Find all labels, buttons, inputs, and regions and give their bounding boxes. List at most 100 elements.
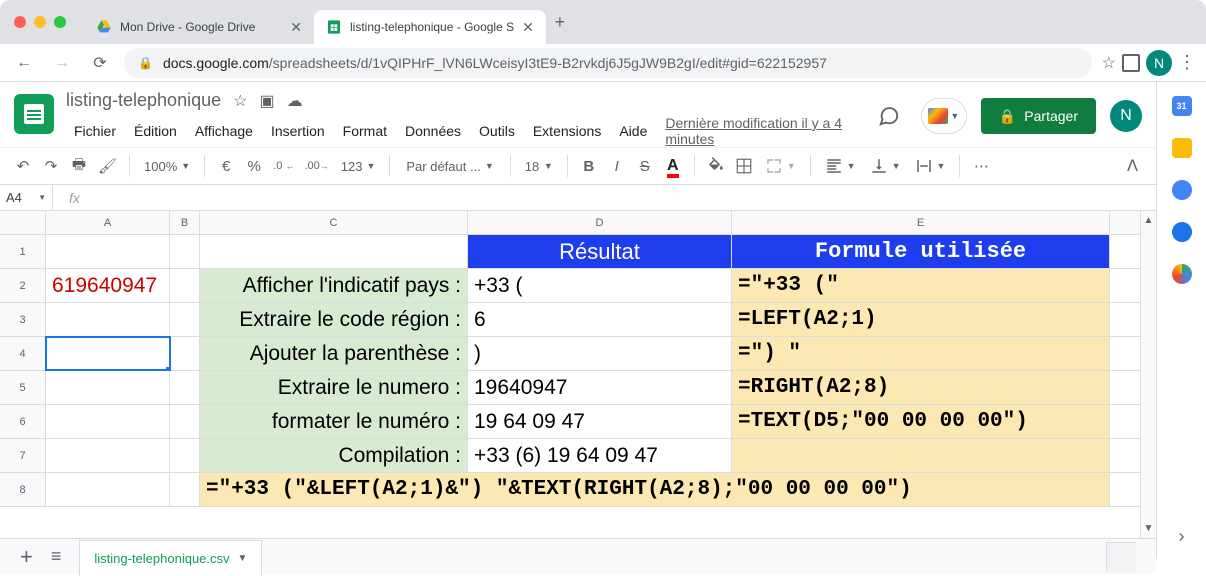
font-size-dropdown[interactable]: 18▼ — [519, 159, 559, 174]
print-button[interactable]: 🖶 — [66, 153, 92, 179]
browser-menu-icon[interactable]: ⋮ — [1178, 52, 1196, 73]
select-all-corner[interactable] — [0, 211, 46, 234]
strikethrough-button[interactable]: S — [632, 153, 658, 179]
bold-button[interactable]: B — [576, 153, 602, 179]
url-input[interactable]: 🔒 docs.google.com/spreadsheets/d/1vQIPHr… — [124, 48, 1092, 78]
tasks-icon[interactable] — [1172, 180, 1192, 200]
vertical-align-button[interactable]: ▼ — [864, 157, 907, 175]
collapse-side-panel-icon[interactable]: › — [1179, 526, 1185, 547]
cell-E7[interactable] — [732, 439, 1110, 472]
col-header-A[interactable]: A — [46, 211, 170, 234]
add-sheet-button[interactable]: + — [20, 544, 33, 570]
number-format-dropdown[interactable]: 123▼ — [335, 159, 382, 174]
decrease-decimal-button[interactable]: .0 ← — [269, 153, 298, 179]
close-tab-icon[interactable]: ✕ — [522, 19, 534, 36]
cell-D5[interactable]: 19640947 — [468, 371, 732, 404]
close-tab-icon[interactable]: ✕ — [290, 19, 302, 36]
cell-D3[interactable]: 6 — [468, 303, 732, 336]
menu-donnees[interactable]: Données — [397, 119, 469, 143]
minimize-window-icon[interactable] — [34, 16, 46, 28]
vertical-scrollbar[interactable]: ▲ ▼ — [1140, 211, 1156, 538]
col-header-E[interactable]: E — [732, 211, 1110, 234]
star-icon[interactable]: ☆ — [233, 91, 247, 111]
cell-B4[interactable] — [170, 337, 200, 370]
close-window-icon[interactable] — [14, 16, 26, 28]
increase-decimal-button[interactable]: .00→ — [300, 153, 332, 179]
menu-affichage[interactable]: Affichage — [187, 119, 261, 143]
maximize-window-icon[interactable] — [54, 16, 66, 28]
cell-B1[interactable] — [170, 235, 200, 268]
col-header-C[interactable]: C — [200, 211, 468, 234]
menu-format[interactable]: Format — [335, 119, 395, 143]
bookmark-star-icon[interactable]: ☆ — [1102, 53, 1116, 73]
cell-B6[interactable] — [170, 405, 200, 438]
more-toolbar-icon[interactable]: ⋯ — [968, 153, 994, 179]
calendar-icon[interactable] — [1172, 96, 1192, 116]
cloud-status-icon[interactable]: ☁ — [287, 91, 303, 111]
row-header[interactable]: 1 — [0, 235, 46, 268]
menu-insertion[interactable]: Insertion — [263, 119, 333, 143]
col-header-D[interactable]: D — [468, 211, 732, 234]
currency-button[interactable]: € — [213, 153, 239, 179]
profile-avatar[interactable]: N — [1146, 50, 1172, 76]
percent-button[interactable]: % — [241, 153, 267, 179]
menu-aide[interactable]: Aide — [611, 119, 655, 143]
undo-button[interactable]: ↶ — [10, 153, 36, 179]
merge-cells-button[interactable]: ▼ — [759, 157, 802, 175]
text-color-button[interactable]: A — [660, 153, 686, 179]
cell-A2[interactable]: 619640947 — [46, 269, 170, 302]
comments-icon[interactable] — [871, 98, 907, 134]
cell-A7[interactable] — [46, 439, 170, 472]
share-button[interactable]: 🔒 Partager — [981, 98, 1096, 134]
move-icon[interactable]: ▣ — [259, 91, 274, 111]
cell-A3[interactable] — [46, 303, 170, 336]
cell-E3[interactable]: =LEFT(A2;1) — [732, 303, 1110, 336]
row-header[interactable]: 3 — [0, 303, 46, 336]
scroll-up-icon[interactable]: ▲ — [1144, 211, 1154, 230]
cell-A4[interactable] — [46, 337, 170, 370]
cell-B7[interactable] — [170, 439, 200, 472]
cell-C3[interactable]: Extraire le code région : — [200, 303, 468, 336]
menu-fichier[interactable]: Fichier — [66, 119, 124, 143]
zoom-dropdown[interactable]: 100%▼ — [138, 159, 196, 174]
last-edit-text[interactable]: Dernière modification il y a 4 minutes — [665, 115, 871, 147]
cell-C2[interactable]: Afficher l'indicatif pays : — [200, 269, 468, 302]
reload-button[interactable]: ⟳ — [86, 49, 114, 77]
row-header[interactable]: 2 — [0, 269, 46, 302]
text-wrap-button[interactable]: ▼ — [909, 157, 952, 175]
forward-button[interactable]: → — [48, 49, 76, 77]
scroll-down-icon[interactable]: ▼ — [1144, 519, 1154, 538]
font-dropdown[interactable]: Par défaut ...▼ — [398, 159, 501, 174]
row-header[interactable]: 8 — [0, 473, 46, 506]
account-avatar[interactable]: N — [1110, 100, 1142, 132]
cell-D7[interactable]: +33 (6) 19 64 09 47 — [468, 439, 732, 472]
new-tab-button[interactable]: + — [546, 8, 574, 36]
collapse-toolbar-icon[interactable]: ᐱ — [1119, 156, 1146, 176]
cell-B5[interactable] — [170, 371, 200, 404]
cell-C1[interactable] — [200, 235, 468, 268]
meet-button[interactable]: ▼ — [921, 98, 967, 134]
menu-extensions[interactable]: Extensions — [525, 119, 609, 143]
italic-button[interactable]: I — [604, 153, 630, 179]
cell-D4[interactable]: ) — [468, 337, 732, 370]
row-header[interactable]: 4 — [0, 337, 46, 370]
cell-D1[interactable]: Résultat — [468, 235, 732, 268]
name-box[interactable]: A4▼ — [0, 185, 53, 210]
keep-icon[interactable] — [1172, 138, 1192, 158]
tab-google-sheets[interactable]: listing-telephonique - Google S ✕ — [314, 10, 546, 44]
row-header[interactable]: 7 — [0, 439, 46, 472]
chevron-down-icon[interactable]: ▼ — [238, 553, 248, 564]
cell-E6[interactable]: =TEXT(D5;"00 00 00 00") — [732, 405, 1110, 438]
cell-E5[interactable]: =RIGHT(A2;8) — [732, 371, 1110, 404]
cell-E2[interactable]: ="+33 (" — [732, 269, 1110, 302]
cell-A8[interactable] — [46, 473, 170, 506]
borders-button[interactable] — [731, 153, 757, 179]
cell-C5[interactable]: Extraire le numero : — [200, 371, 468, 404]
cell-D6[interactable]: 19 64 09 47 — [468, 405, 732, 438]
col-header-B[interactable]: B — [170, 211, 200, 234]
document-title[interactable]: listing-telephonique — [66, 90, 221, 111]
cell-A5[interactable] — [46, 371, 170, 404]
paint-format-button[interactable]: 🖌 — [94, 153, 121, 179]
row-header[interactable]: 6 — [0, 405, 46, 438]
explore-button[interactable] — [1106, 542, 1136, 572]
